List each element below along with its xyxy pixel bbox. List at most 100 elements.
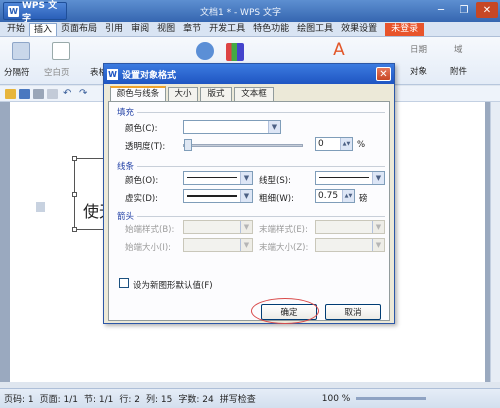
vertical-scrollbar[interactable] [490, 102, 500, 382]
percent-unit: % [357, 140, 366, 150]
object-label[interactable]: 对象 [410, 65, 427, 77]
chevron-down-icon: ▼ [372, 239, 384, 251]
close-window-button[interactable]: ✕ [476, 2, 498, 18]
weight-label: 粗细(W): [259, 194, 294, 204]
status-col: 列: 15 [146, 395, 173, 405]
line-style-dropdown[interactable]: ▼ [315, 171, 385, 185]
chevron-down-icon: ▼ [372, 172, 384, 184]
menu-view[interactable]: 视图 [153, 23, 179, 36]
end-style-label: 末端样式(E): [259, 225, 308, 235]
dash-dropdown[interactable]: ▼ [183, 189, 253, 203]
menu-chapter[interactable]: 章节 [179, 23, 205, 36]
paragraph-marker-icon [36, 202, 45, 212]
dialog-close-button[interactable]: ✕ [376, 67, 391, 81]
login-badge[interactable]: 未登录 [385, 22, 425, 36]
weight-input[interactable]: 0.75 ▲▼ [315, 189, 355, 203]
wps-logo-icon: W [107, 68, 118, 80]
tab-textbox[interactable]: 文本框 [234, 87, 274, 101]
arrows-section-title: 箭头 [117, 212, 135, 222]
resize-handle[interactable] [72, 227, 77, 232]
blank-page-label[interactable]: 空白页 [44, 66, 70, 78]
tab-panel: 填充 颜色(C): ▼ 透明度(T): 0 ▲▼ % 线条 颜色(O): ▼ 线… [108, 101, 390, 321]
fill-color-dropdown[interactable]: ▼ [183, 120, 281, 134]
wordart-icon[interactable]: A [330, 41, 348, 59]
spinner-icon[interactable]: ▲▼ [340, 138, 352, 150]
format-object-dialog: W 设置对象格式 ✕ 颜色与线条 大小 版式 文本框 填充 颜色(C): ▼ 透… [103, 63, 395, 324]
minimize-button[interactable]: ─ [430, 2, 452, 18]
dialog-title-bar[interactable]: W 设置对象格式 [104, 64, 394, 84]
resize-handle[interactable] [72, 156, 77, 161]
line-section-title: 线条 [117, 162, 135, 172]
menu-special[interactable]: 特色功能 [249, 23, 293, 36]
status-words: 字数: 24 [178, 395, 214, 405]
restore-button[interactable]: ❐ [453, 2, 475, 18]
begin-style-dropdown: ▼ [183, 220, 253, 234]
status-bar: 页码: 1 页面: 1/1 节: 1/1 行: 2 列: 15 字数: 24 拼… [0, 388, 500, 408]
redo-icon[interactable]: ↷ [79, 89, 90, 99]
slider-thumb[interactable] [184, 139, 192, 151]
transparency-value: 0 [318, 139, 324, 149]
line-color-label: 颜色(O): [125, 176, 159, 186]
title-bar: W WPS 文字 文档1 * - WPS 文字 ─ ❐ ✕ [0, 0, 500, 24]
highlight-ring [251, 298, 319, 324]
chevron-down-icon: ▼ [372, 221, 384, 233]
menu-effects[interactable]: 效果设置 [337, 23, 381, 36]
dash-label: 虚实(D): [125, 194, 159, 204]
menu-drawing-tools[interactable]: 绘图工具 [293, 23, 337, 36]
line-color-dropdown[interactable]: ▼ [183, 171, 253, 185]
attachment-label[interactable]: 附件 [450, 65, 467, 77]
shape-icon[interactable] [196, 42, 214, 60]
spinner-icon[interactable]: ▲▼ [342, 190, 354, 202]
menu-page-layout[interactable]: 页面布局 [57, 23, 101, 36]
end-style-dropdown: ▼ [315, 220, 385, 234]
end-size-label: 末端大小(Z): [259, 243, 309, 253]
app-menu-button[interactable]: W WPS 文字 [3, 1, 67, 24]
print-icon[interactable] [33, 89, 44, 99]
chevron-down-icon: ▼ [240, 221, 252, 233]
zoom-slider[interactable] [356, 397, 427, 400]
line-swatch [187, 195, 237, 197]
tab-size[interactable]: 大小 [168, 87, 198, 101]
begin-style-label: 始端样式(B): [125, 225, 175, 235]
line-style-label: 线型(S): [259, 176, 291, 186]
page-break-label[interactable]: 分隔符 [4, 66, 30, 78]
menu-references[interactable]: 引用 [101, 23, 127, 36]
preview-icon[interactable] [47, 89, 58, 99]
default-checkbox-label[interactable]: 设为新图形默认值(F) [133, 279, 213, 291]
field-label[interactable]: 域 [454, 43, 463, 55]
default-checkbox[interactable] [119, 278, 129, 288]
undo-icon[interactable]: ↶ [63, 89, 74, 99]
open-icon[interactable] [5, 89, 16, 99]
menu-home[interactable]: 开始 [3, 23, 29, 36]
divider [137, 166, 385, 167]
tab-layout[interactable]: 版式 [200, 87, 232, 101]
begin-size-label: 始端大小(I): [125, 243, 172, 253]
end-size-dropdown: ▼ [315, 238, 385, 252]
spell-check-button[interactable]: 拼写检查 [220, 392, 256, 405]
begin-size-dropdown: ▼ [183, 238, 253, 252]
menu-developer[interactable]: 开发工具 [205, 23, 249, 36]
page-break-icon[interactable] [12, 42, 30, 60]
resize-handle[interactable] [72, 192, 77, 197]
date-label[interactable]: 日期 [410, 43, 427, 55]
divider [137, 112, 385, 113]
blank-page-icon[interactable] [52, 42, 70, 60]
chevron-down-icon: ▼ [268, 121, 280, 133]
menu-review[interactable]: 审阅 [127, 23, 153, 36]
dialog-title: 设置对象格式 [122, 70, 177, 81]
menu-bar: 开始 插入 页面布局 引用 审阅 视图 章节 开发工具 特色功能 绘图工具 效果… [0, 22, 500, 37]
wps-logo-icon: W [8, 5, 19, 17]
status-row: 行: 2 [119, 395, 141, 405]
fill-color-label: 颜色(C): [125, 124, 158, 134]
chart-icon[interactable] [226, 43, 244, 61]
status-pages: 页面: 1/1 [39, 395, 79, 405]
weight-unit[interactable]: 磅 [359, 192, 368, 204]
transparency-slider[interactable] [183, 144, 303, 147]
menu-insert[interactable]: 插入 [29, 22, 58, 36]
save-icon[interactable] [19, 89, 30, 99]
cancel-button[interactable]: 取消 [325, 304, 381, 320]
tab-colors-lines[interactable]: 颜色与线条 [110, 86, 166, 102]
zoom-level: 100 % [321, 393, 351, 404]
transparency-input[interactable]: 0 ▲▼ [315, 137, 353, 151]
document-title: 文档1 * - WPS 文字 [200, 8, 281, 18]
